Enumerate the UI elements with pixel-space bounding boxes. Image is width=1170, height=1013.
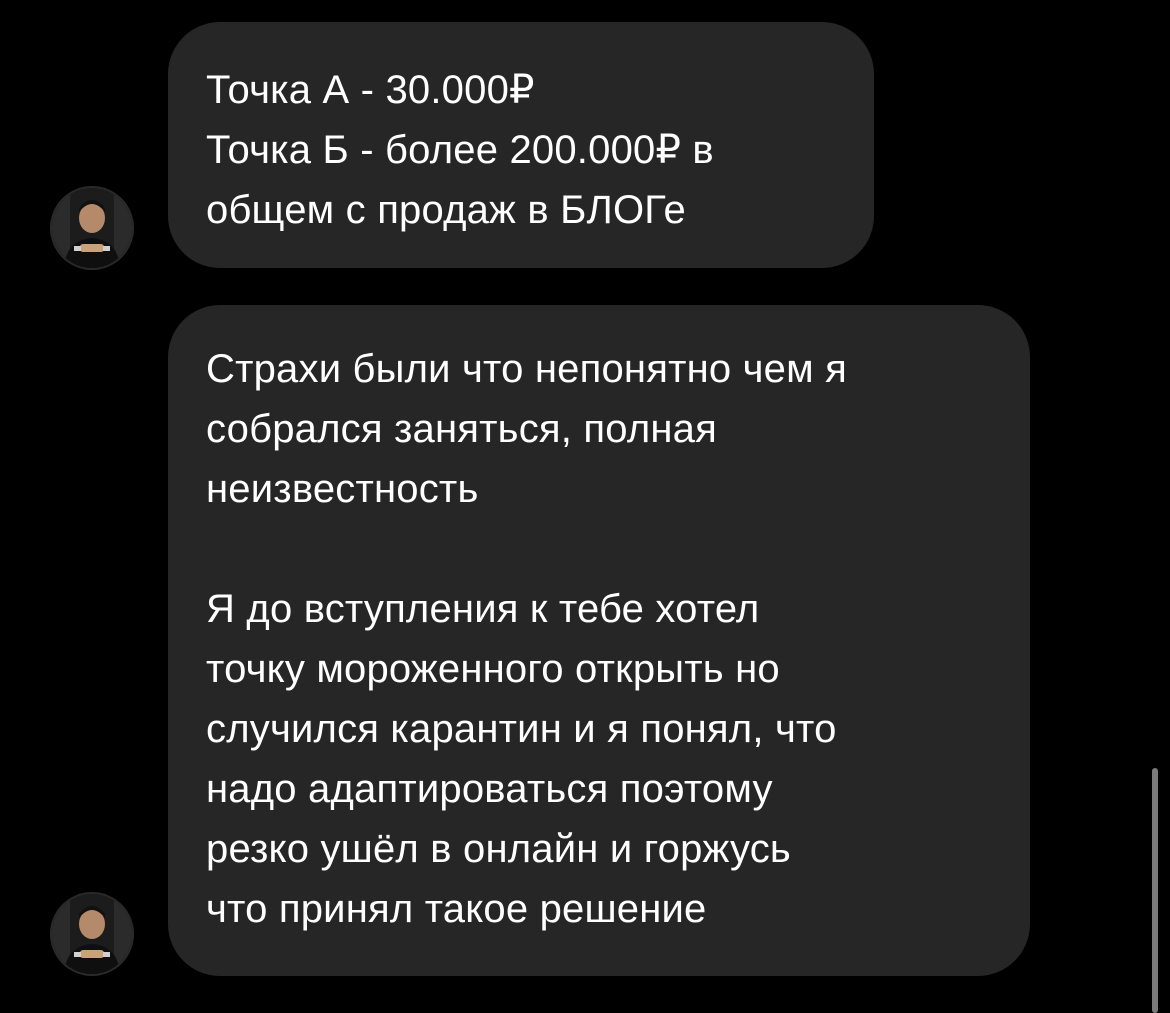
message-bubble[interactable]: Страхи были что непонятно чем я собрался… (168, 305, 1030, 976)
message-text-line: случился карантин и я понял, что (206, 707, 837, 751)
scrollbar[interactable] (1152, 768, 1158, 1013)
message-text-line: резко ушёл в онлайн и горжусь (206, 827, 791, 871)
message-text-line: общем с продаж в БЛОГе (206, 188, 686, 232)
message-text-line: Страхи были что непонятно чем я (206, 347, 848, 391)
user-avatar-icon (52, 894, 132, 974)
message-text-line: неизвестность (206, 467, 479, 511)
message-text-line: собрался заняться, полная (206, 407, 717, 451)
message-text-line: точку мороженного открыть но (206, 647, 780, 691)
message-text-line: Я до вступления к тебе хотел (206, 587, 760, 631)
message-text-line: Точка А - 30.000₽ (206, 68, 535, 112)
message-bubble[interactable]: Точка А - 30.000₽ Точка Б - более 200.00… (168, 22, 874, 268)
user-avatar-icon (52, 188, 132, 268)
message-text-line: надо адаптироваться поэтому (206, 767, 773, 811)
message-text-line: что принял такое решение (206, 887, 707, 931)
sender-avatar[interactable] (52, 894, 132, 974)
message-text-line: Точка Б - более 200.000₽ в (206, 128, 714, 172)
sender-avatar[interactable] (52, 188, 132, 268)
